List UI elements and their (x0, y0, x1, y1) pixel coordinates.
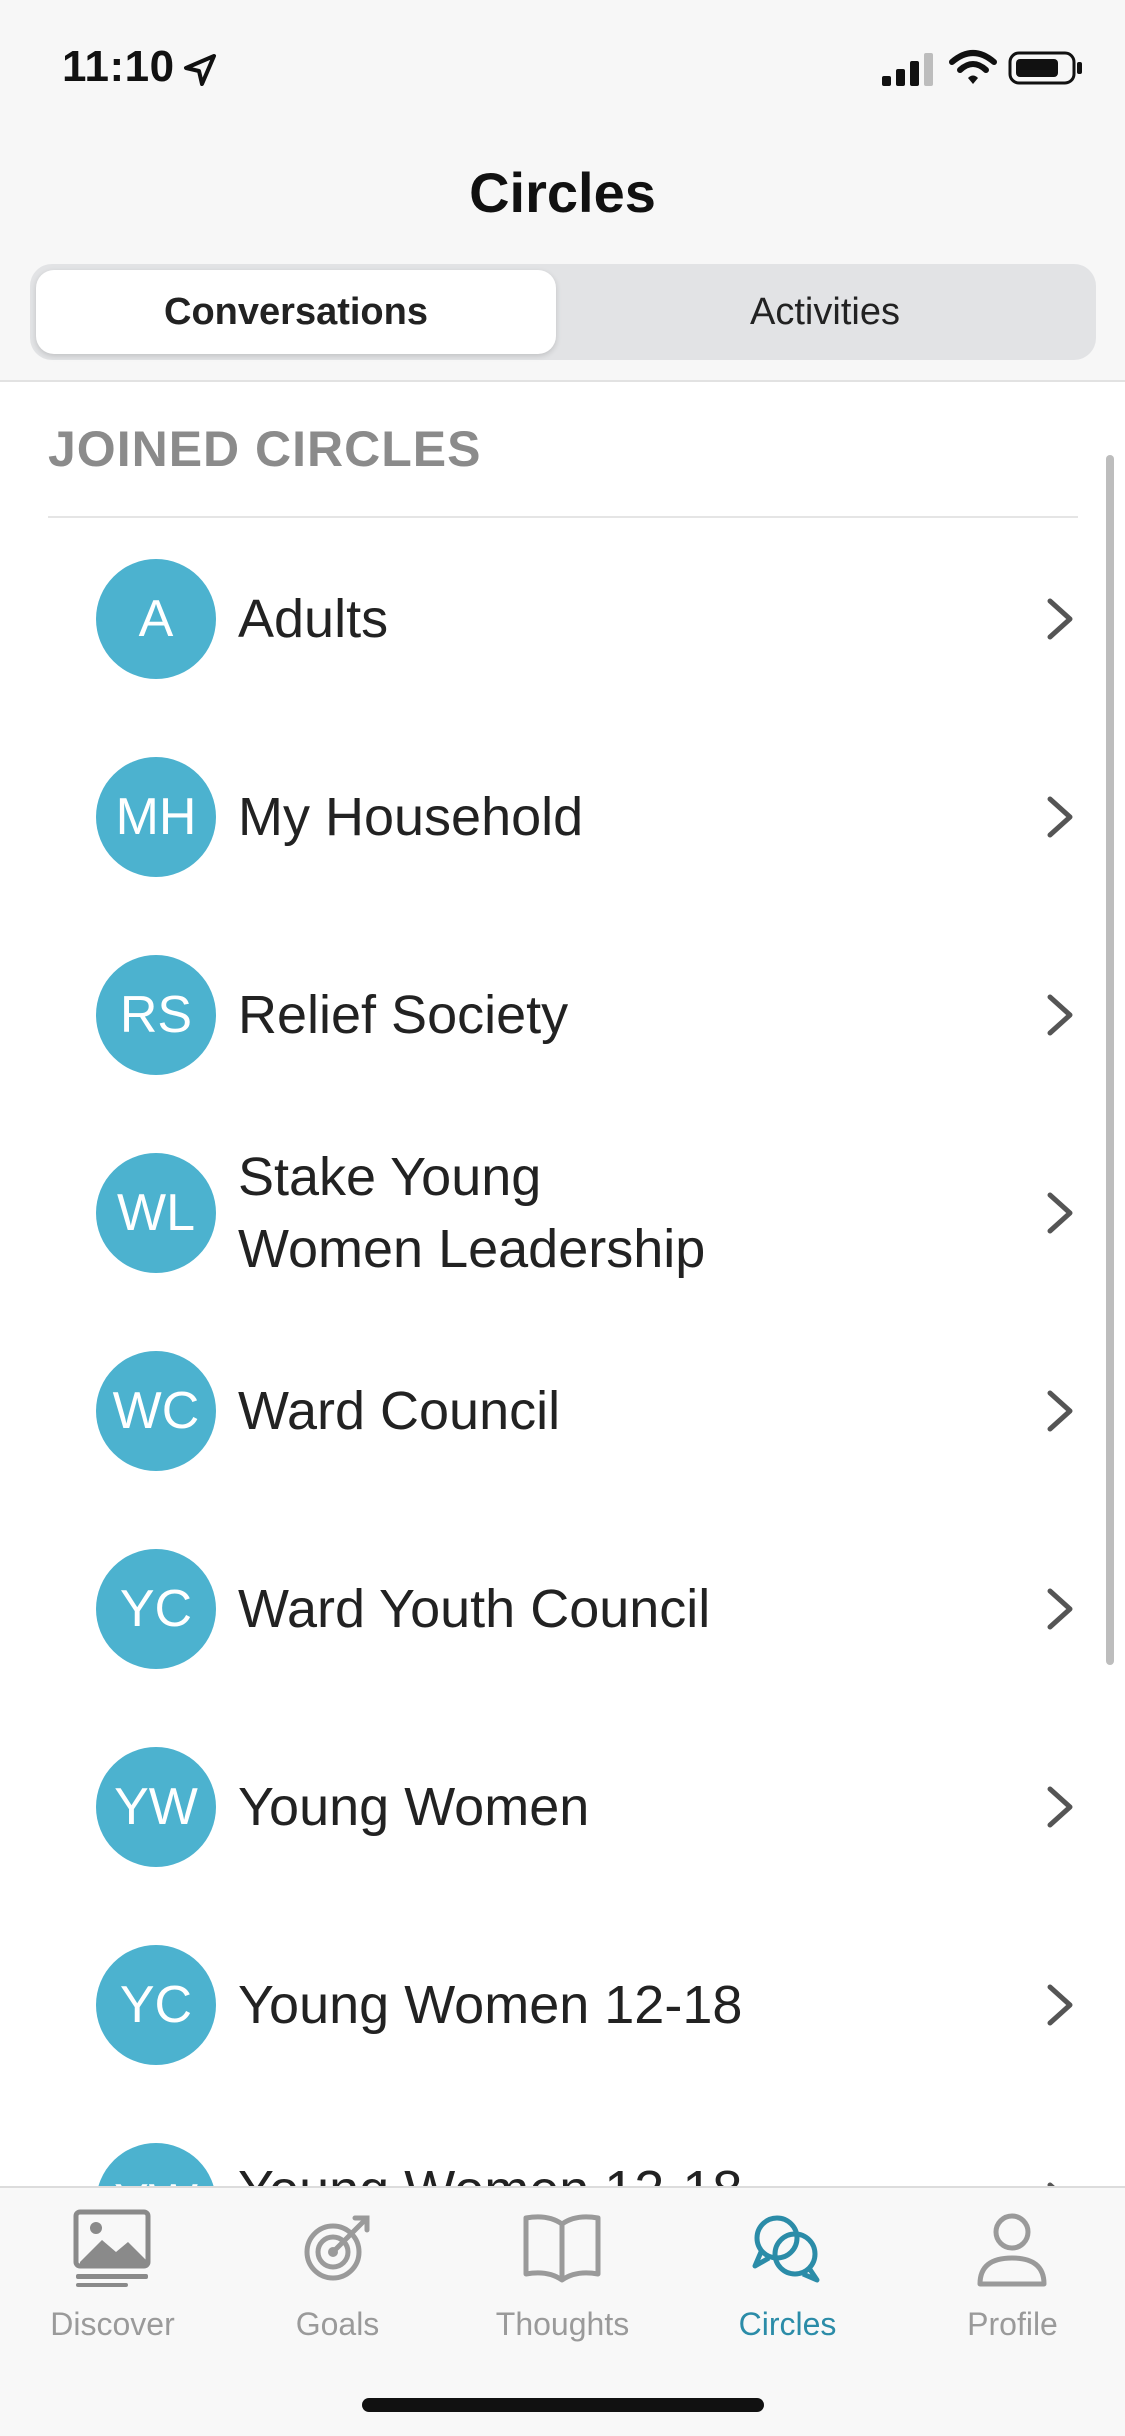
chevron-right-icon (1047, 598, 1073, 640)
circle-avatar: A (96, 559, 216, 679)
circle-row[interactable]: RS Relief Society (0, 916, 1125, 1114)
circle-avatar: WC (96, 1351, 216, 1471)
circle-name: Relief Society (238, 985, 569, 1045)
chevron-right-icon (1047, 1588, 1073, 1630)
person-icon (977, 2213, 1047, 2287)
top-navigation-area: 11:10 Circles Conversations Activities (0, 0, 1125, 382)
circle-name: Adults (238, 589, 389, 649)
tab-profile[interactable]: Profile (900, 2198, 1125, 2368)
activities-segment[interactable]: Activities (560, 270, 1090, 354)
circle-name: Stake Young Women Leadership (238, 1147, 706, 1279)
tab-discover[interactable]: Discover (0, 2198, 225, 2368)
circle-name: Young Women 12-18 - (238, 2104, 1018, 2188)
chevron-right-icon (1047, 796, 1073, 838)
chevron-right-icon (1047, 994, 1073, 1036)
conversations-segment[interactable]: Conversations (36, 270, 556, 354)
circle-row[interactable]: YW Young Women (0, 1708, 1125, 1906)
open-book-icon (523, 2214, 601, 2283)
status-time: 11:10 (62, 42, 175, 91)
tab-label: Circles (738, 2306, 837, 2342)
cellular-signal-icon (882, 53, 933, 86)
circle-avatar: YW (96, 1747, 216, 1867)
tab-thoughts[interactable]: Thoughts (450, 2198, 675, 2368)
chat-bubbles-icon (752, 2215, 820, 2283)
tab-label: Thoughts (495, 2306, 630, 2342)
circle-name: Young Women 12-18 (238, 1975, 743, 2035)
circle-avatar: MH (96, 757, 216, 877)
conversations-activities-segmented-control: Conversations Activities (30, 264, 1096, 360)
circle-row[interactable]: YC Ward Youth Council (0, 1510, 1125, 1708)
home-indicator[interactable] (362, 2398, 764, 2412)
circle-avatar: WL (96, 1153, 216, 1273)
wifi-icon (949, 50, 997, 84)
tab-label: Discover (50, 2306, 175, 2342)
circle-name: My Household (238, 787, 584, 847)
section-divider (48, 516, 1078, 518)
circle-name: Ward Council (238, 1381, 561, 1441)
chevron-right-icon (1047, 1984, 1073, 2026)
circle-row[interactable]: A Adults (0, 520, 1125, 718)
circle-row[interactable]: MH My Household (0, 718, 1125, 916)
location-arrow-icon (184, 54, 216, 86)
circle-avatar: YC (96, 1945, 216, 2065)
chevron-right-icon (1047, 1192, 1073, 1234)
chevron-right-icon (1047, 1390, 1073, 1432)
tab-goals[interactable]: Goals (225, 2198, 450, 2368)
circle-row[interactable]: YW Young Women 12-18 - (0, 2104, 1125, 2188)
chevron-right-icon (1047, 1786, 1073, 1828)
circle-row[interactable]: WC Ward Council (0, 1312, 1125, 1510)
tab-circles[interactable]: Circles (675, 2198, 900, 2368)
tab-label: Profile (967, 2306, 1058, 2342)
circle-avatar: RS (96, 955, 216, 1075)
page-title: Circles (469, 161, 656, 224)
target-icon (304, 2215, 370, 2281)
circle-row[interactable]: WL Stake Young Women Leadership (0, 1114, 1125, 1312)
circles-screen: 11:10 Circles Conversations Activities J… (0, 0, 1125, 2436)
joined-circles-header: JOINED CIRCLES (48, 421, 482, 477)
circle-avatar: YC (96, 1549, 216, 1669)
circle-row[interactable]: YC Young Women 12-18 (0, 1906, 1125, 2104)
circle-name: Young Women (238, 1777, 590, 1837)
status-bar: 11:10 (0, 0, 1125, 140)
battery-icon (1008, 51, 1082, 85)
circles-list: A Adults MH My Household RS Relief Socie… (0, 520, 1125, 2188)
circle-name: Ward Youth Council (238, 1579, 711, 1639)
scrollbar[interactable] (1106, 455, 1114, 1665)
picture-icon (73, 2209, 151, 2287)
tab-label: Goals (295, 2306, 380, 2342)
circle-avatar: YW (96, 2143, 216, 2188)
